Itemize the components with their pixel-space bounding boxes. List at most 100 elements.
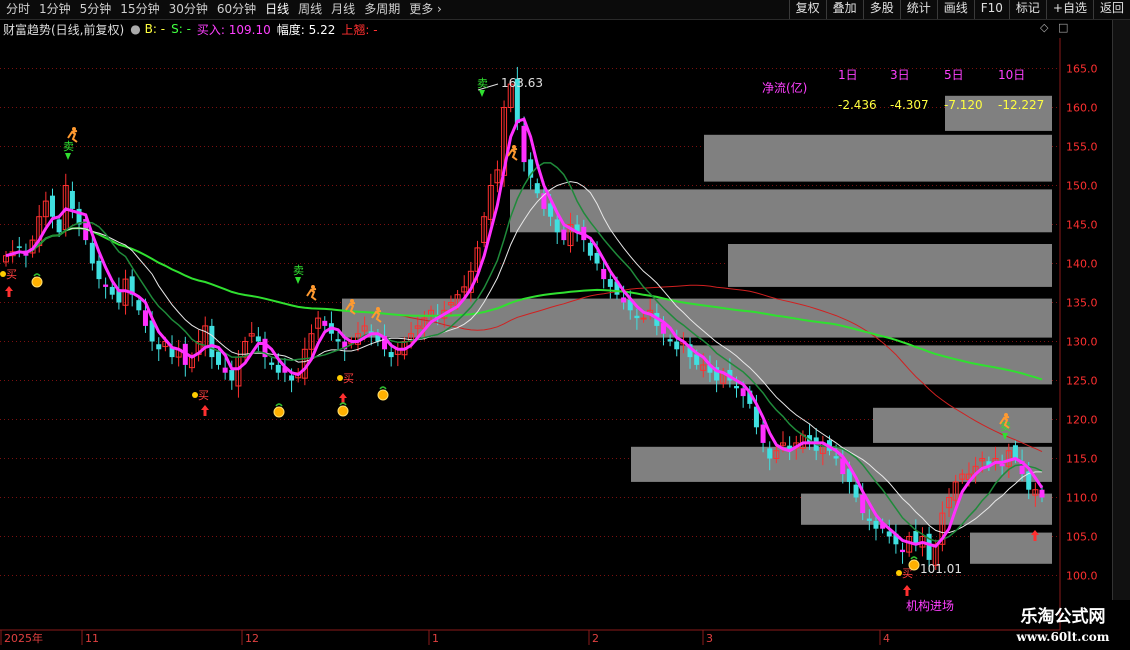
sell-signal-label: 卖 (477, 77, 488, 90)
buy-dot-icon (337, 375, 343, 381)
runner-head-icon (311, 285, 315, 289)
candle-body (109, 286, 115, 295)
buy-dot-icon (192, 392, 198, 398)
low-price-label: 101.01 (920, 562, 962, 576)
price-tick-label: 100.0 (1066, 570, 1098, 583)
candle-body (229, 369, 235, 381)
candle-body (209, 325, 215, 358)
candle-body (534, 183, 540, 194)
scroll-strip[interactable] (1112, 20, 1130, 600)
candle-body (16, 246, 22, 248)
netflow-header: 10日 (998, 68, 1025, 82)
date-tick-label: 2 (592, 632, 599, 645)
date-tick-label: 12 (245, 632, 259, 645)
institution-entry-label: 机构进场 (906, 598, 954, 613)
candle-body (866, 518, 872, 521)
up-arrow-icon (5, 286, 13, 297)
watermark-url: www.60lt.com (1016, 630, 1110, 644)
runner-icon (306, 288, 317, 301)
candle-body (69, 190, 75, 209)
candle-body (49, 195, 55, 217)
candle-body (999, 463, 1005, 467)
price-tick-label: 140.0 (1066, 258, 1098, 271)
price-tick-label: 145.0 (1066, 219, 1098, 232)
candle-body (89, 242, 95, 264)
candle-body (335, 339, 341, 342)
candle-body (760, 424, 766, 443)
sell-arrow-icon (479, 90, 485, 97)
netflow-value: -2.436 (838, 98, 877, 112)
candle-body (561, 229, 567, 241)
candle-body (388, 352, 394, 358)
candle-body (1039, 489, 1045, 498)
candle-body (216, 351, 222, 365)
buy-signal-label: 买 (6, 268, 17, 281)
sell-signal-label: 卖 (293, 264, 304, 277)
price-tick-label: 110.0 (1066, 492, 1098, 505)
runner-head-icon (512, 145, 516, 149)
candle-body (667, 339, 673, 342)
candle-body (56, 219, 62, 233)
date-tick-label: 2025年 (4, 631, 43, 645)
candle-body (142, 310, 148, 326)
price-range-box (801, 493, 1052, 525)
price-range-box (510, 189, 1052, 233)
buy-signal-label: 买 (343, 372, 354, 385)
runner-head-icon (72, 127, 76, 131)
watermark: 乐淘公式网 www.60lt.com (996, 606, 1130, 650)
sell-arrow-icon (65, 153, 71, 160)
price-tick-label: 125.0 (1066, 375, 1098, 388)
date-tick-label: 3 (706, 632, 713, 645)
candle-body (594, 252, 600, 264)
candle-body (634, 315, 640, 319)
price-tick-label: 135.0 (1066, 297, 1098, 310)
price-tick-label: 120.0 (1066, 414, 1098, 427)
coin-icon (377, 389, 389, 401)
candle-body (156, 344, 162, 350)
netflow-header: 5日 (944, 68, 964, 82)
coin-leaf-icon (379, 386, 387, 390)
price-tick-label: 130.0 (1066, 336, 1098, 349)
coin-leaf-icon (910, 556, 918, 560)
candle-body (1012, 445, 1018, 459)
up-arrow-icon (201, 405, 209, 416)
candle-body (136, 300, 142, 311)
candle-body (96, 260, 102, 280)
netflow-header: 1日 (838, 68, 858, 82)
runner-head-icon (1004, 413, 1008, 417)
runner-head-icon (350, 299, 354, 303)
price-range-box (704, 134, 1052, 182)
coin-icon (31, 276, 43, 288)
price-tick-label: 165.0 (1066, 63, 1098, 76)
candle-body (322, 320, 328, 326)
coin-leaf-icon (275, 403, 283, 407)
price-range-box (728, 244, 1052, 287)
candle-body (607, 279, 613, 287)
candle-body (873, 520, 879, 529)
netflow-header: 3日 (890, 68, 910, 82)
candle-body (255, 336, 261, 342)
buy-dot-icon (896, 570, 902, 576)
date-tick-label: 4 (883, 632, 890, 645)
netflow-title: 净流(亿) (762, 80, 807, 95)
candle-body (767, 448, 773, 459)
coin-icon (337, 405, 349, 417)
candle-body (521, 125, 527, 163)
candle-body (640, 317, 647, 320)
candle-body (734, 385, 740, 389)
candle-body (621, 297, 627, 303)
netflow-value: -7.120 (944, 98, 983, 112)
price-tick-label: 160.0 (1066, 102, 1098, 115)
kline-chart: 165.0 160.0 155.0 150.0 145.0 140.0 135.0 130.0… (0, 38, 1098, 645)
candle-body (554, 219, 560, 233)
candle-body (222, 367, 228, 373)
runner-head-icon (376, 307, 380, 311)
price-tick-label: 115.0 (1066, 453, 1098, 466)
netflow-value: -4.307 (890, 98, 929, 112)
candle-body (900, 549, 906, 553)
high-price-label: 163.63 (501, 76, 543, 90)
candle-body (740, 388, 746, 397)
date-tick-label: 11 (85, 632, 99, 645)
sell-signal-label: 卖 (63, 140, 74, 153)
price-tick-label: 105.0 (1066, 531, 1098, 544)
